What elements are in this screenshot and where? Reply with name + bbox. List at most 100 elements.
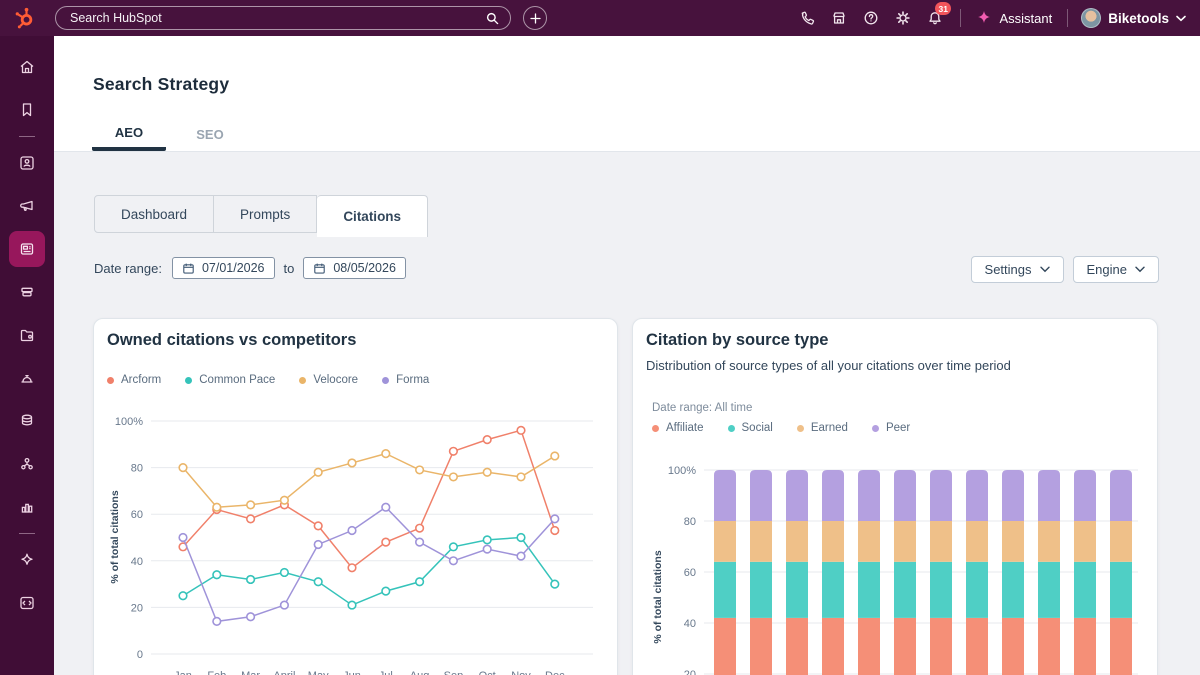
date-range-label: Date range: [94, 261, 162, 276]
svg-text:Oct: Oct [479, 670, 496, 675]
phone-icon [799, 10, 815, 26]
sidebar-item-data[interactable] [9, 403, 45, 439]
settings-dropdown[interactable]: Settings [971, 256, 1064, 283]
chevron-down-icon [1040, 266, 1050, 273]
topbar-divider [960, 9, 961, 27]
svg-text:April: April [273, 670, 295, 675]
search-icon [485, 11, 500, 26]
help-button[interactable] [855, 4, 887, 32]
start-date-input[interactable]: 07/01/2026 [172, 257, 275, 279]
notifications-button[interactable]: 31 [919, 4, 951, 32]
owned-citations-card: Owned citations vs competitors ArcformCo… [93, 318, 618, 675]
svg-text:80: 80 [131, 463, 143, 475]
bookmark-icon [18, 101, 36, 119]
hubspot-logo-icon[interactable] [12, 5, 38, 31]
tab-prompts[interactable]: Prompts [214, 195, 317, 233]
tab-dashboard[interactable]: Dashboard [94, 195, 214, 233]
service-bell-icon [18, 369, 36, 387]
chart-actions: Settings Engine [971, 256, 1159, 283]
sidebar-item-crm[interactable] [9, 145, 45, 181]
svg-text:Jan: Jan [174, 670, 192, 675]
home-icon [18, 58, 36, 76]
svg-text:Dec: Dec [545, 670, 565, 675]
svg-text:40: 40 [684, 618, 696, 630]
svg-text:40: 40 [131, 556, 143, 568]
workflow-icon [18, 455, 36, 473]
engine-dropdown[interactable]: Engine [1073, 256, 1159, 283]
svg-text:Mar: Mar [241, 670, 260, 675]
sidebar-item-reporting[interactable] [9, 489, 45, 525]
sidebar-divider [19, 533, 35, 534]
sidebar-item-marketing[interactable] [9, 188, 45, 224]
date-range-row: Date range: 07/01/2026 to [94, 256, 406, 280]
avatar [1081, 8, 1101, 28]
svg-text:60: 60 [684, 567, 696, 579]
svg-text:100%: 100% [115, 416, 143, 428]
add-button[interactable] [523, 6, 547, 30]
search-input[interactable] [70, 11, 485, 25]
sidebar-item-bookmarks[interactable] [9, 92, 45, 128]
sidebar-item-automations[interactable] [9, 446, 45, 482]
svg-text:20: 20 [131, 602, 143, 614]
tab-aeo[interactable]: AEO [92, 117, 166, 151]
tab-citations[interactable]: Citations [317, 195, 428, 237]
svg-text:80: 80 [684, 516, 696, 528]
marketplace-button[interactable] [823, 4, 855, 32]
citations-panel: Dashboard Prompts Citations Date range: … [54, 152, 1200, 675]
calendar-icon [182, 262, 195, 275]
assistant-button[interactable]: Assistant [970, 10, 1058, 26]
svg-text:May: May [308, 670, 329, 675]
sidebar-item-library[interactable] [9, 317, 45, 353]
sidebar-item-ai[interactable] [9, 542, 45, 578]
settings-button[interactable] [887, 4, 919, 32]
sidebar-item-commerce[interactable] [9, 274, 45, 310]
assistant-label: Assistant [999, 11, 1052, 26]
code-icon [18, 594, 36, 612]
svg-text:Aug: Aug [410, 670, 430, 675]
svg-text:% of total citations: % of total citations [109, 490, 121, 583]
page-title: Search Strategy [93, 74, 229, 95]
sparkle-icon [976, 10, 992, 26]
stacked-bar-chart: 20406080100%% of total citations [633, 319, 1158, 675]
svg-text:100%: 100% [668, 465, 696, 477]
view-tabs: Dashboard Prompts Citations [94, 195, 428, 237]
main-content: Search Strategy AEO SEO Dashboard Prompt… [54, 36, 1200, 675]
start-date-value: 07/01/2026 [202, 261, 265, 275]
global-search[interactable] [55, 6, 511, 30]
svg-text:Nov: Nov [511, 670, 531, 675]
sidebar-item-development[interactable] [9, 585, 45, 621]
sidebar-item-home[interactable] [9, 49, 45, 85]
svg-text:Jul: Jul [379, 670, 393, 675]
sidebar-item-service[interactable] [9, 360, 45, 396]
svg-text:Feb: Feb [207, 670, 226, 675]
topbar-divider [1067, 9, 1068, 27]
tray-stack-icon [18, 283, 36, 301]
notification-badge: 31 [935, 2, 950, 15]
calling-button[interactable] [791, 4, 823, 32]
page-header: Search Strategy AEO SEO [54, 36, 1200, 152]
date-range-connector: to [284, 261, 295, 276]
contact-card-icon [18, 154, 36, 172]
bar-chart-icon [18, 498, 36, 516]
svg-text:0: 0 [137, 649, 143, 661]
settings-dropdown-label: Settings [985, 262, 1032, 277]
database-icon [18, 412, 36, 430]
caret-down-icon [1176, 15, 1186, 22]
folder-icon [18, 326, 36, 344]
svg-text:% of total citations: % of total citations [652, 550, 664, 643]
chevron-down-icon [1135, 266, 1145, 273]
newspaper-icon [18, 240, 36, 258]
sparkle-icon [18, 551, 36, 569]
topbar-right-group: 31 Assistant Biketools [791, 0, 1190, 36]
end-date-input[interactable]: 08/05/2026 [303, 257, 406, 279]
svg-text:Sep: Sep [444, 670, 464, 675]
sidebar-item-content[interactable] [9, 231, 45, 267]
citation-source-card: Citation by source type Distribution of … [632, 318, 1158, 675]
account-name: Biketools [1108, 11, 1169, 26]
tab-seo[interactable]: SEO [188, 117, 232, 151]
end-date-value: 08/05/2026 [333, 261, 396, 275]
account-menu-button[interactable]: Biketools [1077, 8, 1190, 28]
gear-icon [895, 10, 911, 26]
engine-dropdown-label: Engine [1087, 262, 1127, 277]
megaphone-icon [18, 197, 36, 215]
